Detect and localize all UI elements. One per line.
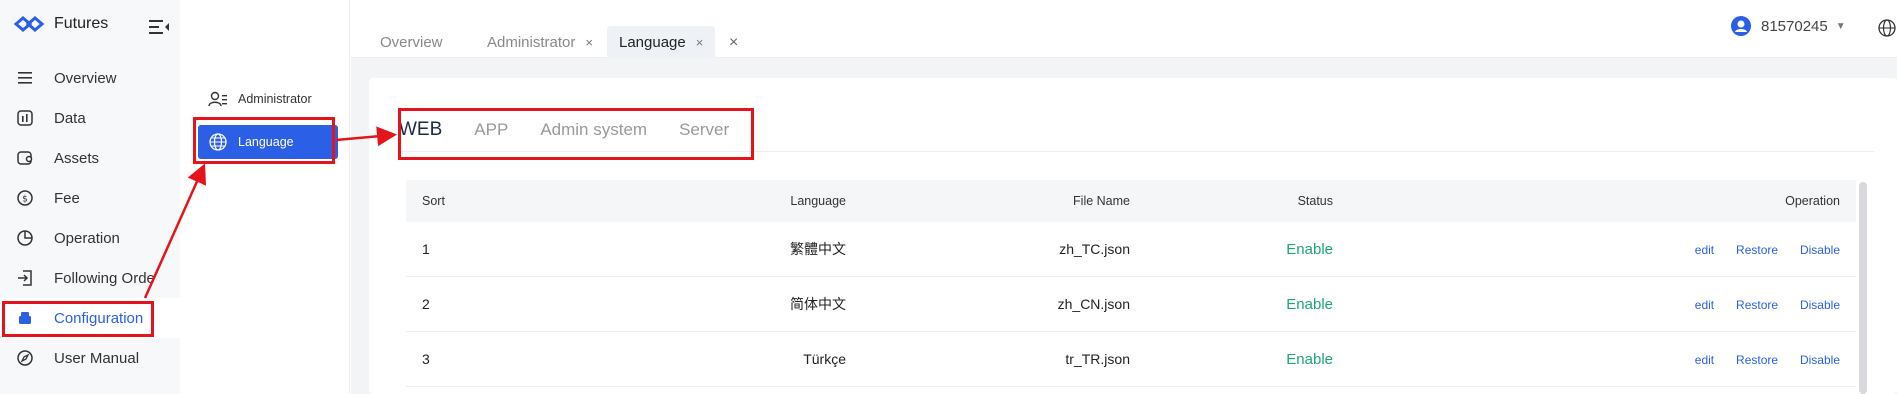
arrow-to-language bbox=[143, 163, 207, 299]
annotation-arrows bbox=[143, 126, 397, 299]
arrow-to-platform-tabs bbox=[335, 126, 397, 147]
